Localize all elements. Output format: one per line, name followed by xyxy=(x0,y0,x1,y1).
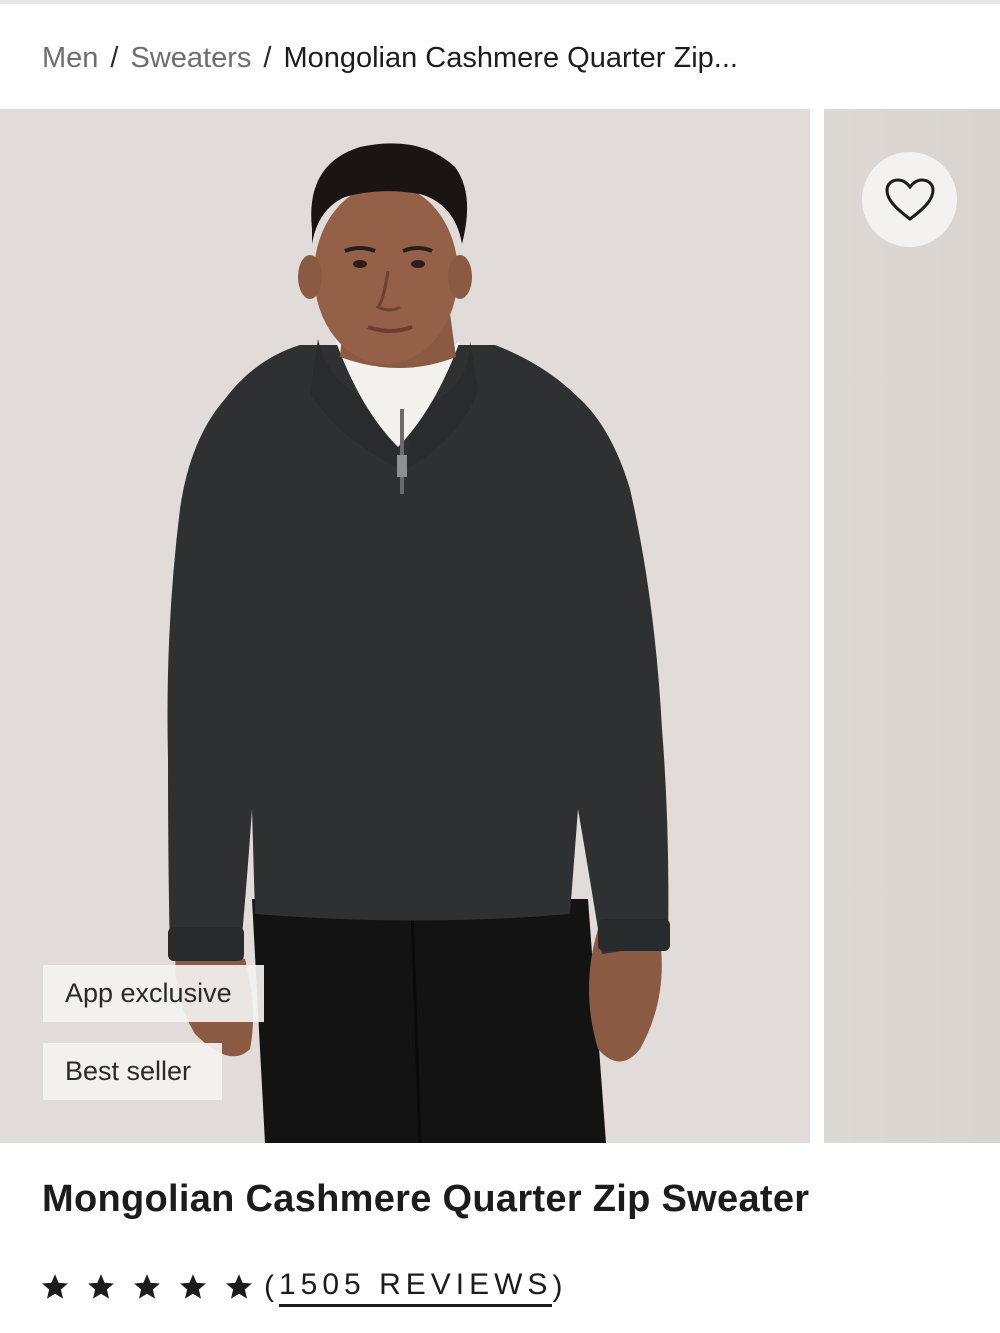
product-image-next[interactable] xyxy=(824,109,1000,1143)
star-rating xyxy=(40,1272,270,1302)
breadcrumb-separator: / xyxy=(263,41,272,74)
star-filled-icon xyxy=(134,1274,160,1299)
best-seller-badge: Best seller xyxy=(43,1043,222,1100)
rating-row: ( 1505 REVIEWS ) xyxy=(40,1264,567,1310)
breadcrumb-separator: / xyxy=(110,41,119,74)
breadcrumb: Men / Sweaters / Mongolian Cashmere Quar… xyxy=(42,38,738,78)
app-exclusive-badge: App exclusive xyxy=(43,965,264,1022)
reviews-count: 1505 REVIEWS xyxy=(279,1268,553,1307)
product-title: Mongolian Cashmere Quarter Zip Sweater xyxy=(42,1178,810,1220)
reviews-open-paren: ( xyxy=(264,1270,279,1303)
reviews-close-paren: ) xyxy=(552,1270,568,1303)
star-filled-icon xyxy=(42,1274,68,1299)
product-image-gallery[interactable]: App exclusive Best seller xyxy=(0,109,1000,1143)
breadcrumb-men-link[interactable]: Men xyxy=(42,42,98,75)
star-filled-icon xyxy=(226,1274,252,1299)
reviews-link[interactable]: ( 1505 REVIEWS ) xyxy=(264,1268,567,1307)
favorite-button[interactable] xyxy=(862,152,957,247)
breadcrumb-sweaters-link[interactable]: Sweaters xyxy=(130,42,251,75)
top-divider xyxy=(0,0,1000,4)
heart-outline-icon xyxy=(884,177,935,221)
star-filled-icon xyxy=(180,1274,206,1299)
star-filled-icon xyxy=(88,1274,114,1299)
breadcrumb-current: Mongolian Cashmere Quarter Zip... xyxy=(283,41,738,74)
